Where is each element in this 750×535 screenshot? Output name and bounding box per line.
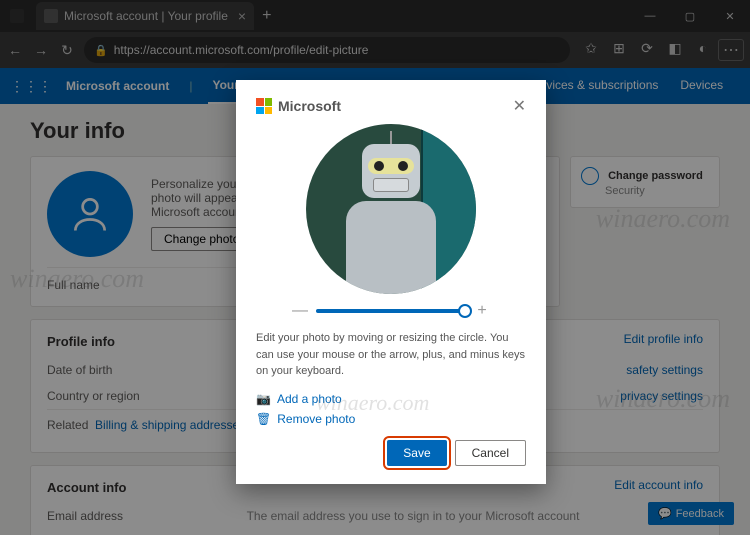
- zoom-out-button[interactable]: —: [292, 302, 308, 320]
- remove-photo-link[interactable]: 🗑Remove photo: [256, 412, 526, 426]
- edit-photo-modal: Microsoft ✕ — + Edit your photo by movin…: [236, 80, 546, 484]
- add-photo-link[interactable]: 📷Add a photo: [256, 392, 526, 406]
- trash-icon: 🗑: [256, 412, 271, 426]
- camera-icon: 📷: [256, 392, 271, 406]
- microsoft-icon: [256, 98, 272, 114]
- modal-help-text: Edit your photo by moving or resizing th…: [256, 330, 526, 380]
- zoom-slider[interactable]: [316, 309, 466, 313]
- microsoft-logo: Microsoft: [256, 98, 341, 114]
- photo-crop-area[interactable]: [306, 124, 476, 294]
- cancel-button[interactable]: Cancel: [455, 440, 526, 466]
- zoom-in-button[interactable]: +: [474, 302, 490, 320]
- save-button[interactable]: Save: [387, 440, 446, 466]
- slider-thumb[interactable]: [458, 304, 472, 318]
- modal-close-button[interactable]: ✕: [513, 96, 526, 116]
